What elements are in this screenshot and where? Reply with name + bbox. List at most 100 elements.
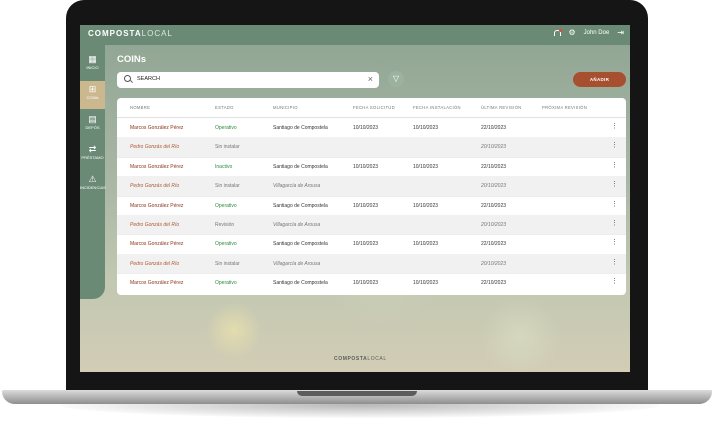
table-row[interactable]: Pedro Gonzás del Río Revisión Villagarcí… [117, 215, 626, 236]
sidebar-item-coins[interactable]: ⊞ COINs [80, 81, 105, 109]
column-header-municipality[interactable]: MUNICIPIO [273, 105, 298, 110]
cell-install-date: 10/10/2023 [413, 241, 439, 248]
more-options-icon[interactable]: ⋮ [611, 239, 618, 247]
more-options-icon[interactable]: ⋮ [611, 259, 618, 267]
brand-thin: LOCAL [141, 29, 173, 38]
cell-install-date: 10/10/2023 [413, 202, 439, 209]
cell-municipality: Villagarcía de Arousa [273, 222, 321, 228]
column-header-name[interactable]: NOMBRE [130, 105, 150, 110]
cell-name[interactable]: Marcos González Pérez [130, 125, 183, 131]
user-name[interactable]: John Doe [584, 30, 610, 36]
brand-logo[interactable]: COMPOSTALOCAL [88, 29, 173, 38]
cell-install-date: 10/10/2023 [413, 125, 439, 131]
cell-last-review: 20/10/2023 [481, 183, 507, 190]
cell-name[interactable]: Marcos González Pérez [130, 164, 183, 170]
cell-last-review: 20/10/2023 [481, 222, 507, 228]
building-icon: ▤ [88, 114, 97, 124]
table-row[interactable]: Marcos González Pérez Operativo Santiago… [117, 234, 626, 255]
alert-icon: ⚠ [88, 174, 97, 184]
sidebar-item-label: COINs [86, 95, 99, 100]
cell-name[interactable]: Marcos González Pérez [130, 241, 183, 247]
calendar-icon: ▦ [88, 54, 97, 64]
column-header-request-date[interactable]: FECHA SOLICITUD [353, 105, 395, 110]
table-row[interactable]: Marcos González Pérez Operativo Santiago… [117, 118, 626, 139]
cell-municipality: Santiago de Compostela [273, 125, 328, 131]
cell-request-date: 10/10/2023 [353, 202, 379, 209]
sidebar-item-label: DEPÓS [85, 125, 100, 130]
sidebar-item-inicio[interactable]: ▦ INICIO [80, 51, 105, 79]
more-options-icon[interactable]: ⋮ [611, 123, 618, 131]
cell-name[interactable]: Marcos González Pérez [130, 203, 183, 209]
swap-icon: ⇄ [88, 144, 97, 154]
page-title: COINs [117, 54, 147, 65]
close-icon[interactable]: × [368, 74, 373, 85]
cell-municipality: Santiago de Compostela [273, 280, 328, 287]
filter-button[interactable]: ▽ [388, 71, 404, 87]
logout-icon[interactable]: ⇥ [617, 29, 624, 37]
cell-request-date: 10/10/2023 [353, 125, 379, 131]
table-row[interactable]: Marcos González Pérez Operativo Santiago… [117, 273, 626, 292]
cell-name[interactable]: Pedro Gonzás del Río [130, 222, 179, 228]
table-row[interactable]: Marcos González Pérez Operativo Santiago… [117, 196, 626, 216]
sidebar-item-prestamo[interactable]: ⇄ PRÉSTAMO [80, 141, 105, 169]
cell-status: Operativo [215, 280, 237, 287]
more-options-icon[interactable]: ⋮ [611, 162, 618, 170]
cell-municipality: Santiago de Compostela [273, 241, 328, 248]
table-header: NOMBRE ESTADO MUNICIPIO FECHA SOLICITUD … [117, 98, 626, 118]
cell-install-date: 10/10/2023 [413, 280, 439, 287]
more-options-icon[interactable]: ⋮ [611, 181, 618, 189]
search-icon [124, 75, 131, 82]
laptop-notch [297, 391, 417, 396]
brand-bold: COMPOSTA [88, 29, 142, 38]
sidebar-item-label: INICIO [86, 65, 99, 70]
filter-icon: ▽ [392, 74, 400, 83]
add-button[interactable]: AÑADIR [573, 72, 626, 87]
search-input[interactable]: SEARCH × [117, 72, 379, 88]
bell-icon[interactable] [553, 28, 563, 37]
cell-last-review: 22/10/2023 [481, 202, 507, 209]
notification-dot [559, 28, 563, 32]
cell-name[interactable]: Marcos González Pérez [130, 280, 183, 286]
more-options-icon[interactable]: ⋮ [611, 278, 618, 286]
cell-last-review: 22/10/2023 [481, 280, 507, 287]
cell-install-date: 10/10/2023 [413, 163, 439, 170]
sidebar-item-incidencias[interactable]: ⚠ INCIDENCIAS [80, 171, 106, 199]
cell-status: Sin instalar [215, 260, 240, 267]
more-options-icon[interactable]: ⋮ [611, 220, 618, 228]
cell-name[interactable]: Pedro Gonzás del Río [130, 183, 179, 189]
cell-last-review: 22/10/2023 [481, 163, 507, 170]
sidebar-item-depos[interactable]: ▤ DEPÓS [80, 111, 105, 139]
table-row[interactable]: Pedro Gonzás del Río Sin instalar Villag… [117, 176, 626, 197]
cell-status: Operativo [215, 241, 237, 248]
sidebar-item-label: INCIDENCIAS [80, 185, 106, 190]
column-header-next-review[interactable]: PRÓXIMA REVISIÓN [542, 105, 587, 110]
cell-last-review: 20/10/2023 [481, 260, 507, 267]
column-header-install-date[interactable]: FECHA INSTALACIÓN [413, 105, 461, 110]
cell-municipality: Villagarcía de Arousa [273, 260, 321, 267]
cell-name[interactable]: Pedro Gonzás del Río [130, 144, 179, 150]
app-screen: COMPOSTALOCAL ⚙ John Doe ⇥ ▦ INICIO ⊞ COIN… [80, 25, 630, 372]
table-row[interactable]: Pedro Gonzás del Río Sin instalar 20/10/… [117, 137, 626, 158]
cell-request-date: 10/10/2023 [353, 241, 379, 248]
footer-logo: COMPOSTALOCAL [334, 356, 387, 362]
column-header-last-review[interactable]: ÚLTIMA REVISIÓN [481, 105, 522, 110]
more-options-icon[interactable]: ⋮ [611, 142, 618, 150]
cell-status: Operativo [215, 202, 237, 209]
cell-request-date: 10/10/2023 [353, 280, 379, 287]
settings-icon[interactable]: ⚙ [568, 29, 575, 37]
sidebar-item-label: PRÉSTAMO [81, 155, 104, 160]
cell-status: Sin instalar [215, 183, 240, 190]
table-row[interactable]: Marcos González Pérez Inactivo Santiago … [117, 157, 626, 178]
sidebar: ▦ INICIO ⊞ COINs ▤ DEPÓS ⇄ PRÉSTAMO ⚠ INCIDEN… [80, 45, 106, 299]
more-options-icon[interactable]: ⋮ [611, 201, 618, 209]
cell-status: Operativo [215, 125, 237, 131]
cell-status: Revisión [215, 222, 235, 228]
table-row[interactable]: Pedro Gonzás del Río Sin instalar Villag… [117, 253, 626, 275]
cell-status: Inactivo [215, 163, 233, 170]
cell-name[interactable]: Pedro Gonzás del Río [130, 261, 179, 267]
top-right-controls: ⚙ John Doe ⇥ [553, 28, 624, 37]
cell-municipality: Villagarcía de Arousa [273, 183, 321, 190]
column-header-status[interactable]: ESTADO [215, 105, 234, 110]
top-bar: COMPOSTALOCAL ⚙ John Doe ⇥ [80, 25, 630, 45]
cell-municipality: Santiago de Compostela [273, 202, 328, 209]
